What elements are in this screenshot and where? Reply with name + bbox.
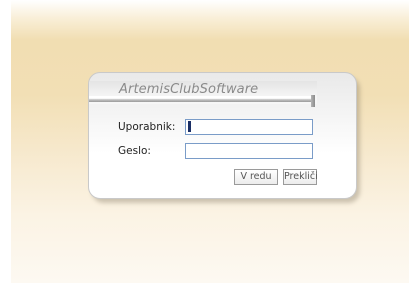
username-field[interactable] — [185, 119, 313, 135]
title-rule-endcap — [311, 95, 315, 107]
cancel-button[interactable]: Prekliči — [283, 169, 318, 185]
password-label: Geslo: — [118, 145, 151, 157]
password-field[interactable] — [185, 143, 313, 159]
app-title: ArtemisClubSoftware — [119, 82, 259, 97]
username-label: Uporabnik: — [118, 121, 176, 133]
login-panel: ArtemisClubSoftware Uporabnik: Geslo: V … — [88, 72, 357, 199]
text-caret — [188, 121, 191, 132]
ok-button[interactable]: V redu — [234, 169, 278, 185]
